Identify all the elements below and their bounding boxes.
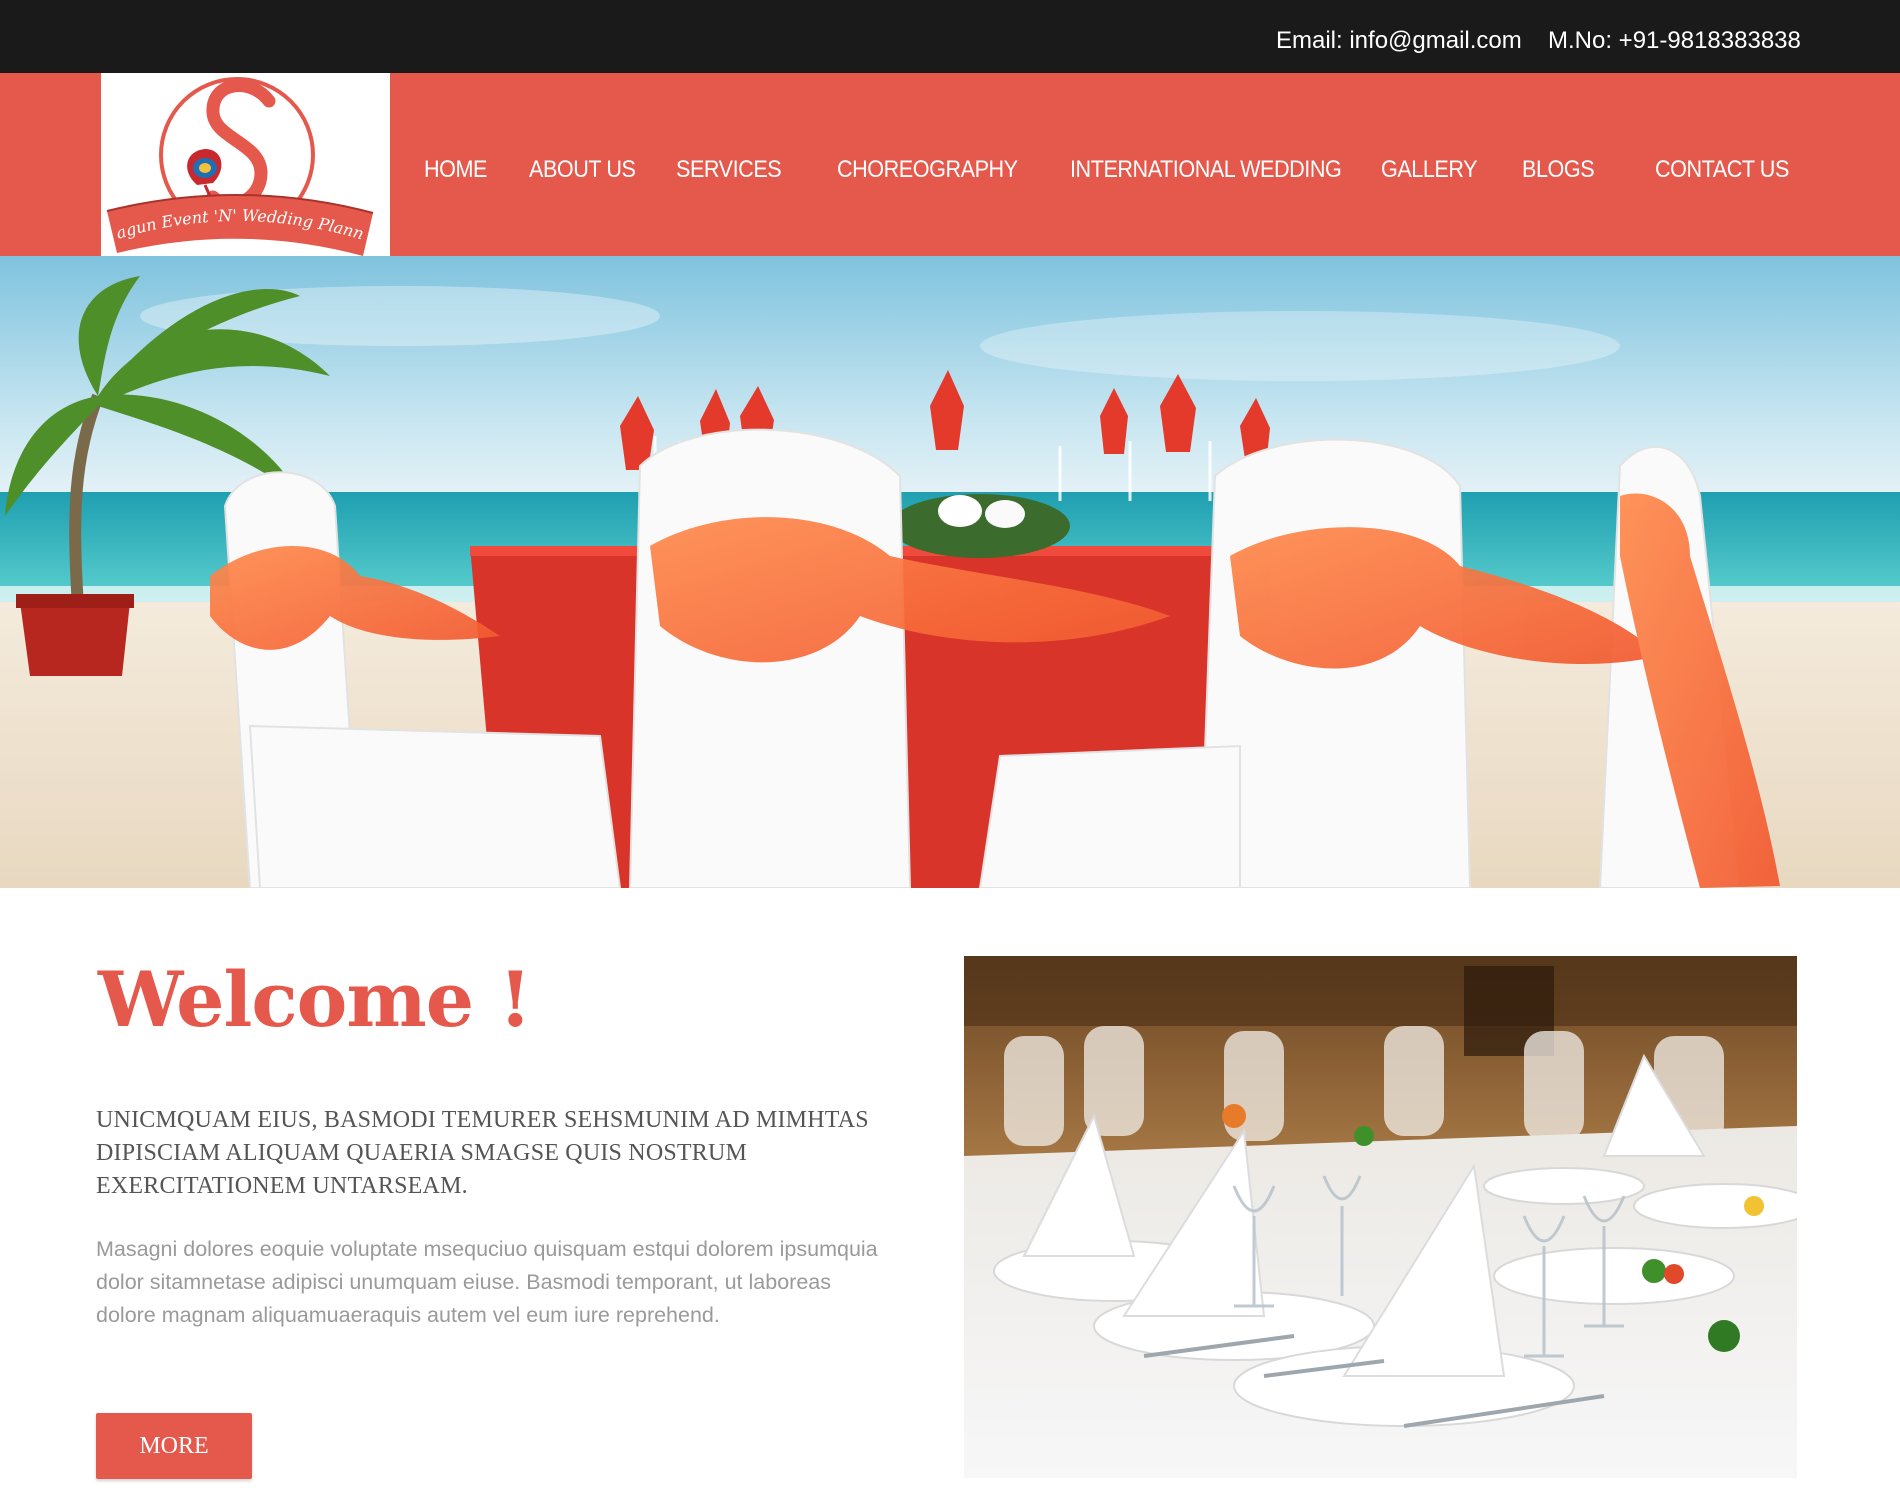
header-email[interactable]: Email: info@gmail.com (1276, 26, 1522, 56)
top-contact-bar: Email: info@gmail.com M.No: +91-98183838… (0, 0, 1900, 73)
logo-brand-text: Shagun Event 'N' Wedding Planners (101, 73, 366, 243)
beach-wedding-table-illustration (0, 256, 1900, 888)
welcome-heading: Welcome ! (98, 955, 532, 1044)
nav-international-wedding[interactable]: INTERNATIONAL WEDDING (1070, 155, 1342, 185)
nav-home[interactable]: HOME (424, 155, 487, 185)
logo-mark: Shagun Event 'N' Wedding Planners (101, 73, 374, 256)
main-navbar: Shagun Event 'N' Wedding Planners HOME A… (0, 73, 1900, 256)
nav-blogs[interactable]: BLOGS (1522, 155, 1595, 185)
banquet-table-illustration (964, 956, 1797, 1478)
site-logo[interactable]: Shagun Event 'N' Wedding Planners (101, 73, 390, 256)
nav-services[interactable]: SERVICES (676, 155, 782, 185)
nav-gallery[interactable]: GALLERY (1381, 155, 1478, 185)
header-phone[interactable]: M.No: +91-9818383838 (1548, 26, 1801, 56)
nav-about-us[interactable]: ABOUT US (529, 155, 636, 185)
welcome-body-text: Masagni dolores eoquie voluptate msequci… (96, 1237, 878, 1327)
nav-choreography[interactable]: CHOREOGRAPHY (837, 155, 1018, 185)
welcome-lead-text: UNICMQUAM EIUS, BASMODI TEMURER SEHSMUNI… (96, 1107, 869, 1199)
hero-banner-image (0, 256, 1900, 888)
more-button[interactable]: MORE (96, 1413, 252, 1479)
svg-text:Shagun Event 'N' Wedding Plann: Shagun Event 'N' Wedding Planners (101, 73, 366, 243)
nav-contact-us[interactable]: CONTACT US (1655, 155, 1789, 185)
banquet-table-photo (964, 956, 1797, 1478)
